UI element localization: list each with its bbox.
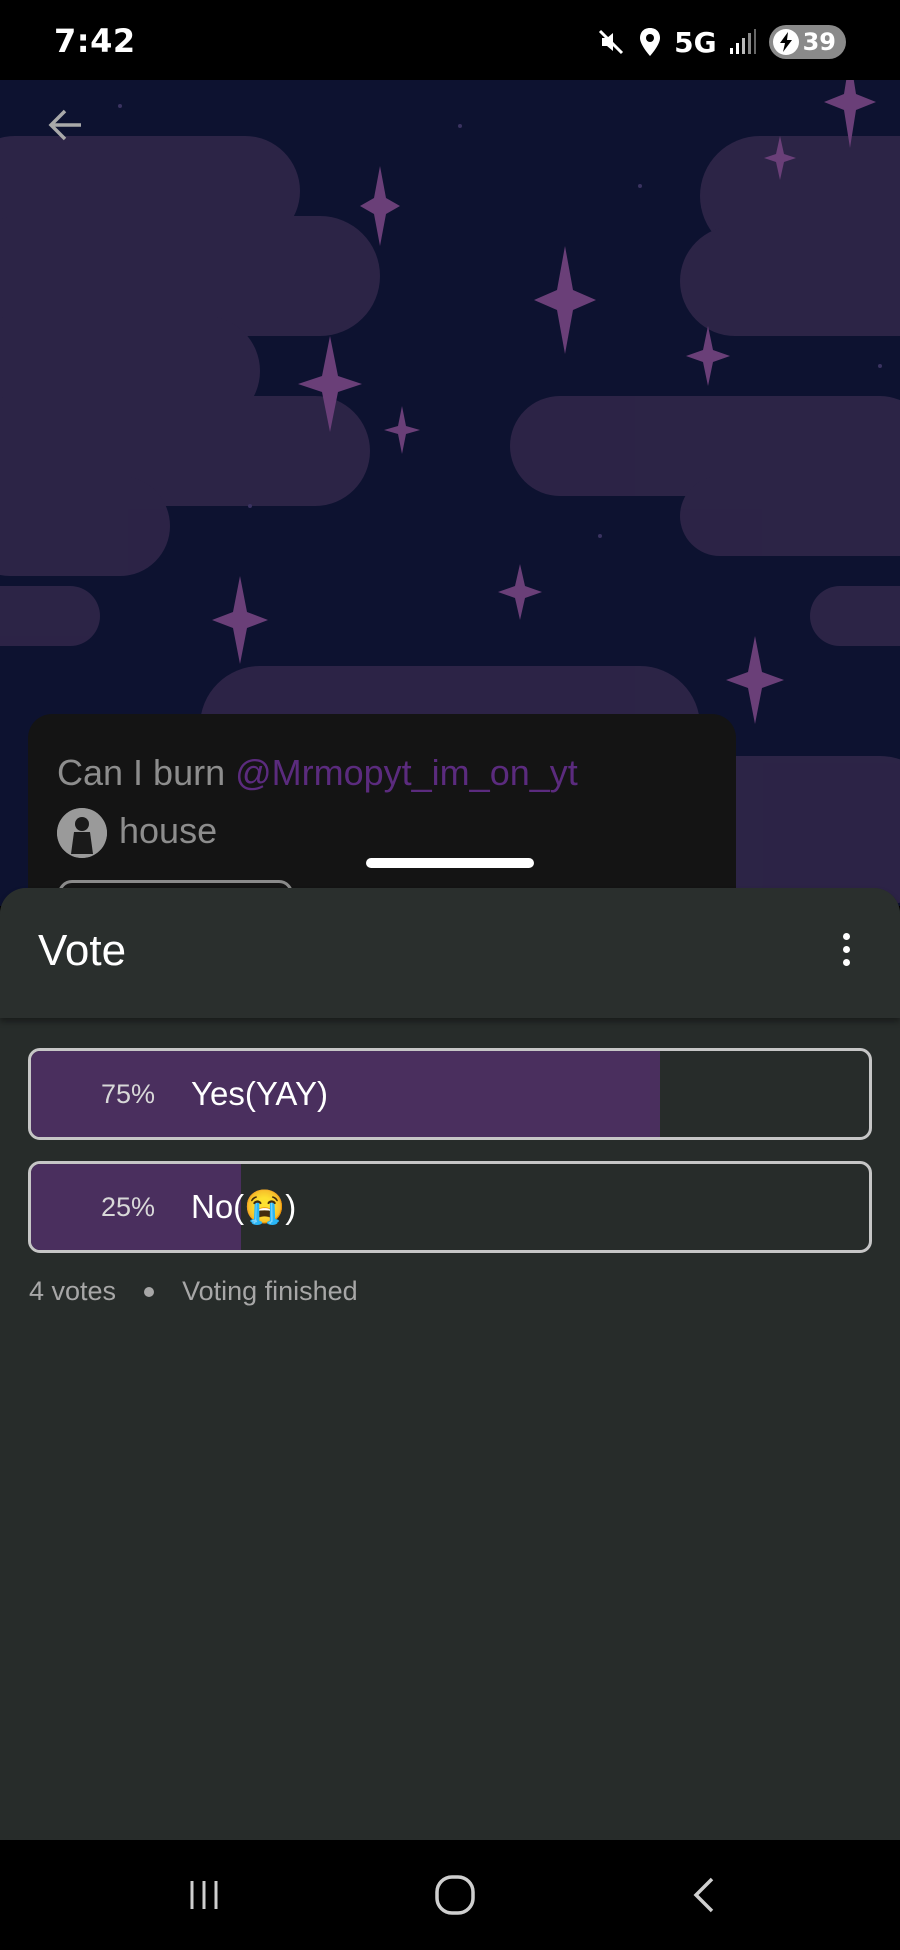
poll-option-no[interactable]: 25% No(😭) bbox=[28, 1161, 872, 1253]
poll-option-yes[interactable]: 75% Yes(YAY) bbox=[28, 1048, 872, 1140]
battery-indicator: 39 bbox=[768, 25, 846, 59]
poll-option-label: Yes(YAY) bbox=[191, 1075, 328, 1112]
system-back-button[interactable] bbox=[666, 1865, 746, 1925]
sheet-drag-handle[interactable] bbox=[366, 858, 534, 868]
vote-sheet: Vote 75% Yes(YAY) 25% No(😭) 4 votes Voti… bbox=[0, 888, 900, 1840]
poll-option-label: No(😭) bbox=[191, 1187, 297, 1225]
poll-percent: 25% bbox=[101, 1191, 156, 1222]
post-text-start: Can I burn bbox=[57, 752, 236, 793]
sheet-header: Vote bbox=[0, 888, 900, 1018]
more-vertical-icon-dot bbox=[842, 958, 850, 966]
more-options-button[interactable] bbox=[826, 924, 866, 974]
system-nav-bar bbox=[0, 1840, 900, 1950]
status-time: 7:42 bbox=[54, 22, 136, 60]
back-button[interactable] bbox=[40, 100, 90, 150]
back-icon bbox=[693, 1877, 714, 1913]
post-text: Can I burn @Mrmopyt_im_on_yt house bbox=[57, 744, 697, 860]
home-button[interactable] bbox=[415, 1865, 495, 1925]
poll-status: Voting finished bbox=[182, 1276, 358, 1306]
home-icon bbox=[435, 1875, 475, 1915]
signal-icon bbox=[729, 28, 757, 56]
poll-meta: 4 votes Voting finished bbox=[29, 1276, 358, 1307]
recent-apps-button[interactable] bbox=[164, 1865, 244, 1925]
battery-level: 39 bbox=[802, 28, 836, 56]
mute-icon bbox=[596, 27, 626, 57]
location-icon bbox=[638, 27, 662, 57]
network-label: 5G bbox=[674, 25, 717, 59]
user-mention[interactable]: @Mrmopyt_im_on_yt bbox=[235, 752, 578, 793]
arrow-left-icon bbox=[48, 109, 81, 141]
sheet-title: Vote bbox=[38, 926, 127, 975]
more-vertical-icon-dot bbox=[842, 945, 850, 953]
vote-count: 4 votes bbox=[29, 1276, 117, 1306]
separator-dot bbox=[144, 1286, 155, 1297]
poll-percent: 75% bbox=[101, 1078, 156, 1109]
status-icons: 5G 39 bbox=[596, 22, 846, 62]
avatar[interactable] bbox=[57, 808, 107, 859]
recent-apps-icon bbox=[190, 1881, 218, 1909]
status-bar: 7:42 5G 39 bbox=[0, 0, 900, 80]
charging-icon bbox=[772, 29, 799, 55]
more-vertical-icon bbox=[842, 932, 850, 940]
post-text-end: house bbox=[119, 810, 218, 851]
